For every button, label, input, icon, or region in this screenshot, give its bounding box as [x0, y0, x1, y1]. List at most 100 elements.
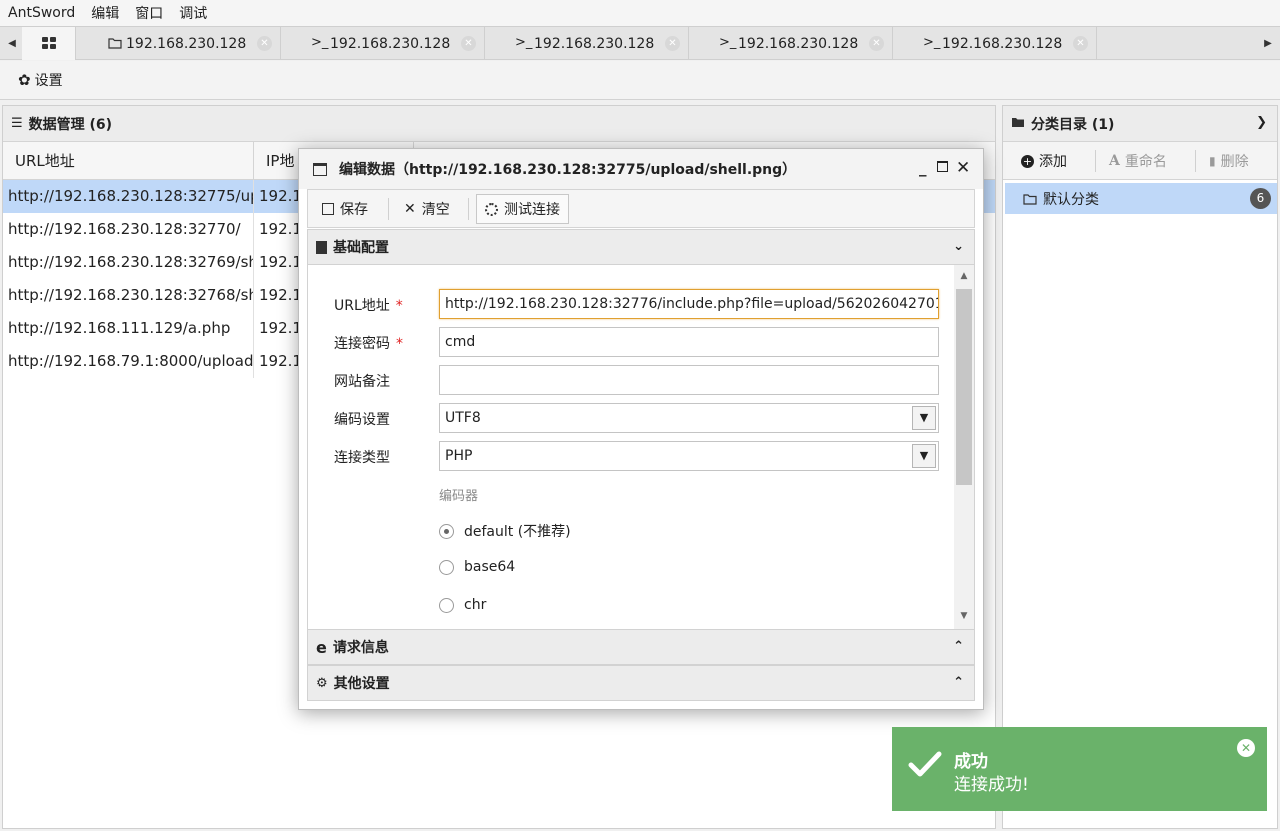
chevron-down-icon[interactable]: ▼ [912, 406, 936, 430]
tab-label: 192.168.230.128 [534, 35, 655, 52]
tab-scroll-right-icon[interactable]: ▶ [1258, 27, 1278, 60]
settings-button[interactable]: ✿ 设置 [18, 70, 63, 90]
divider [1095, 150, 1096, 172]
password-field[interactable]: cmd [439, 327, 939, 357]
close-icon[interactable]: ✕ [665, 36, 680, 51]
maximize-icon[interactable] [937, 161, 948, 172]
encoding-select[interactable]: UTF8 ▼ [439, 403, 939, 433]
close-icon[interactable]: ✕ [257, 36, 272, 51]
section-request-info[interactable]: e 请求信息 ⌃ [307, 629, 975, 665]
encoding-value: UTF8 [445, 410, 481, 426]
url-cell: http://192.168.79.1:8000/upload.php [3, 345, 254, 378]
folder-icon [108, 38, 122, 49]
panel-header: ☰ 数据管理 (6) [3, 106, 995, 142]
type-select[interactable]: PHP ▼ [439, 441, 939, 471]
panel-header: 分类目录 (1) ❯ [1003, 106, 1277, 142]
radio-icon [439, 559, 454, 575]
tab-terminal[interactable]: >_ 192.168.230.128 ✕ [281, 27, 485, 60]
section-other-settings[interactable]: ⚙ 其他设置 ⌃ [307, 665, 975, 701]
tab-home[interactable] [22, 27, 76, 60]
test-connection-button[interactable]: 测试连接 [476, 194, 569, 224]
grid-icon [41, 37, 56, 49]
tab-terminal[interactable]: >_ 192.168.230.128 ✕ [893, 27, 1097, 60]
tab-terminal[interactable]: >_ 192.168.230.128 ✕ [689, 27, 893, 60]
menu-edit[interactable]: 编辑 [83, 3, 127, 23]
radio-label: default (不推荐) [464, 524, 571, 540]
close-icon[interactable]: ✕ [1073, 36, 1088, 51]
url-field[interactable]: http://192.168.230.128:32776/include.php… [439, 289, 939, 319]
settings-label: 设置 [34, 73, 63, 89]
encoder-option-default[interactable]: default (不推荐) [439, 521, 571, 541]
category-item-default[interactable]: 默认分类 6 [1005, 183, 1277, 214]
menu-window[interactable]: 窗口 [127, 3, 171, 23]
edit-data-dialog: 编辑数据（http://192.168.230.128:32775/upload… [298, 148, 984, 710]
spinner-icon [485, 202, 498, 216]
tab-file-manager[interactable]: 192.168.230.128 ✕ [77, 27, 281, 60]
toast-title: 成功 [954, 752, 988, 772]
rename-label: 重命名 [1124, 154, 1167, 170]
terminal-icon: >_ [311, 35, 329, 50]
terminal-icon: >_ [719, 35, 737, 50]
scroll-down-icon[interactable]: ▼ [954, 611, 974, 621]
close-icon[interactable]: ✕ [869, 36, 884, 51]
main-toolbar: ✿ 设置 [0, 61, 1280, 100]
clear-button[interactable]: ✕ 清空 [396, 194, 458, 224]
encoder-option-base64[interactable]: base64 [439, 559, 515, 575]
edge-icon: e [316, 637, 327, 657]
divider [388, 198, 389, 220]
close-icon[interactable]: ✕ [956, 158, 970, 178]
minimize-icon[interactable]: _ [919, 159, 927, 177]
chevron-up-icon: ⌃ [953, 639, 964, 654]
category-label: 默认分类 [1043, 191, 1099, 208]
radio-label: chr [464, 597, 487, 613]
note-field[interactable] [439, 365, 939, 395]
delete-label: 删除 [1220, 154, 1249, 170]
url-cell: http://192.168.230.128:32769/shell.php [3, 246, 254, 279]
menu-debug[interactable]: 调试 [171, 3, 215, 23]
save-button[interactable]: 保存 [314, 194, 376, 224]
dialog-titlebar[interactable]: 编辑数据（http://192.168.230.128:32775/upload… [299, 149, 983, 189]
encoder-group-label: 编码器 [439, 489, 479, 504]
dialog-toolbar: 保存 ✕ 清空 测试连接 [307, 189, 975, 228]
divider [468, 198, 469, 220]
trash-icon: ▮ [1209, 154, 1216, 168]
scroll-up-icon[interactable]: ▲ [954, 271, 974, 281]
url-cell: http://192.168.230.128:32775/upload/shel… [3, 180, 254, 213]
category-toolbar: + 添加 A 重命名 ▮ 删除 [1003, 142, 1277, 180]
menu-antsword[interactable]: AntSword [0, 5, 83, 21]
close-icon[interactable]: ✕ [1237, 739, 1255, 757]
delete-button[interactable]: ▮ 删除 [1209, 142, 1249, 180]
close-icon[interactable]: ✕ [461, 36, 476, 51]
toast-message: 连接成功! [954, 775, 1029, 795]
tab-bar: ◀ 192.168.230.128 ✕ >_ 192.168.230.128 ✕… [0, 26, 1280, 60]
radio-icon [439, 523, 454, 539]
url-cell: http://192.168.111.129/a.php [3, 312, 254, 345]
file-text-icon [316, 240, 327, 254]
tab-label: 192.168.230.128 [330, 35, 451, 52]
column-header-url[interactable]: URL地址 [3, 142, 254, 180]
count-badge: 6 [1250, 188, 1271, 209]
encoder-option-chr[interactable]: chr [439, 597, 486, 613]
scroll-thumb[interactable] [956, 289, 972, 485]
panel-title: 数据管理 (6) [28, 116, 113, 133]
basic-config-form: URL地址 * http://192.168.230.128:32776/incl… [307, 265, 975, 629]
type-value: PHP [445, 448, 473, 464]
check-icon [908, 751, 942, 777]
radio-icon [439, 597, 454, 613]
url-cell: http://192.168.230.128:32770/ [3, 213, 254, 246]
menu-bar: AntSword 编辑 窗口 调试 [0, 0, 1280, 26]
gear-icon: ✿ [18, 71, 31, 89]
chevron-right-icon[interactable]: ❯ [1256, 115, 1267, 130]
rename-button[interactable]: A 重命名 [1109, 142, 1167, 180]
plus-circle-icon: + [1021, 154, 1034, 168]
tab-terminal[interactable]: >_ 192.168.230.128 ✕ [485, 27, 689, 60]
add-label: 添加 [1039, 154, 1067, 170]
tab-scroll-left-icon[interactable]: ◀ [2, 27, 22, 60]
save-icon [322, 203, 334, 215]
section-basic-config[interactable]: 基础配置 ⌄ [307, 229, 975, 265]
form-scrollbar[interactable]: ▲ ▼ [954, 265, 974, 629]
window-icon [313, 162, 327, 176]
chevron-down-icon[interactable]: ▼ [912, 444, 936, 468]
folder-icon [1023, 193, 1037, 205]
add-button[interactable]: + 添加 [1021, 142, 1067, 180]
